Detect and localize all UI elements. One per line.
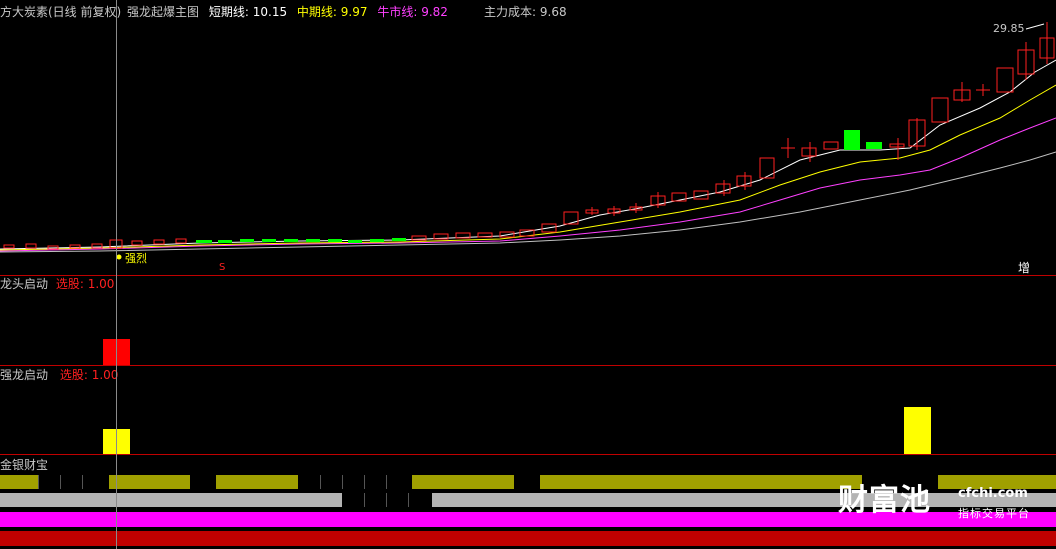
gold-silver-title: 金银财宝 <box>0 458 49 472</box>
candle <box>715 183 731 194</box>
candle <box>131 240 143 246</box>
candles-rising <box>563 22 1055 225</box>
dragon-head-select-label: 选股: <box>55 277 84 291</box>
candle <box>3 244 15 249</box>
strong-dragon-header: 强龙启动 选股: 1.00 <box>0 368 118 382</box>
watermark: 财富池 cfchi.com 指标交易平台 <box>838 483 1038 523</box>
candles-early <box>3 223 557 250</box>
candle <box>218 240 232 243</box>
candle <box>866 142 882 149</box>
candle <box>328 239 342 242</box>
red-band <box>0 531 1056 546</box>
candle <box>25 243 37 249</box>
strong-signal-dot <box>116 254 122 260</box>
candle <box>306 239 320 242</box>
candle <box>284 239 298 242</box>
watermark-brand: 财富池 <box>838 483 931 518</box>
panel-divider <box>0 275 1056 276</box>
strong-dragon-select-label: 选股: <box>59 368 88 382</box>
watermark-slogan: 指标交易平台 <box>958 507 1030 520</box>
crosshair-vertical <box>116 0 117 549</box>
candle <box>801 147 817 157</box>
panel-divider <box>0 454 1056 455</box>
candle <box>931 97 949 123</box>
candle <box>175 238 187 244</box>
candle <box>392 238 406 241</box>
add-signal-label: 增 <box>1018 261 1031 275</box>
candle <box>370 239 384 242</box>
strong-dragon-select-value: 1.00 <box>91 368 119 382</box>
candle <box>844 130 860 150</box>
high-price-pointer <box>1025 23 1045 30</box>
high-price-label: 29.85 <box>993 22 1025 35</box>
strong-dragon-title: 强龙启动 <box>0 368 49 382</box>
candle <box>196 240 212 243</box>
cost-line <box>0 151 1056 253</box>
candle <box>759 157 775 179</box>
candle <box>823 141 839 150</box>
strong-signal-label: 强烈 <box>125 252 147 265</box>
candle <box>889 143 905 148</box>
candle <box>240 239 254 242</box>
candle <box>153 239 165 245</box>
s-signal-label: S <box>219 262 226 273</box>
panel-divider <box>0 365 1056 366</box>
candle <box>262 239 276 242</box>
candle <box>996 67 1014 93</box>
dragon-head-header: 龙头启动 选股: 1.00 <box>0 277 114 291</box>
watermark-domain: cfchi.com <box>958 486 1028 501</box>
candle <box>563 211 579 225</box>
dragon-head-title: 龙头启动 <box>0 277 49 291</box>
candle <box>348 240 362 243</box>
candles-down-rising <box>844 130 882 150</box>
mid-line <box>0 84 1056 251</box>
strong-dragon-signal-bar <box>904 407 931 454</box>
candle <box>69 244 81 249</box>
dragon-head-select-value: 1.00 <box>87 277 115 291</box>
